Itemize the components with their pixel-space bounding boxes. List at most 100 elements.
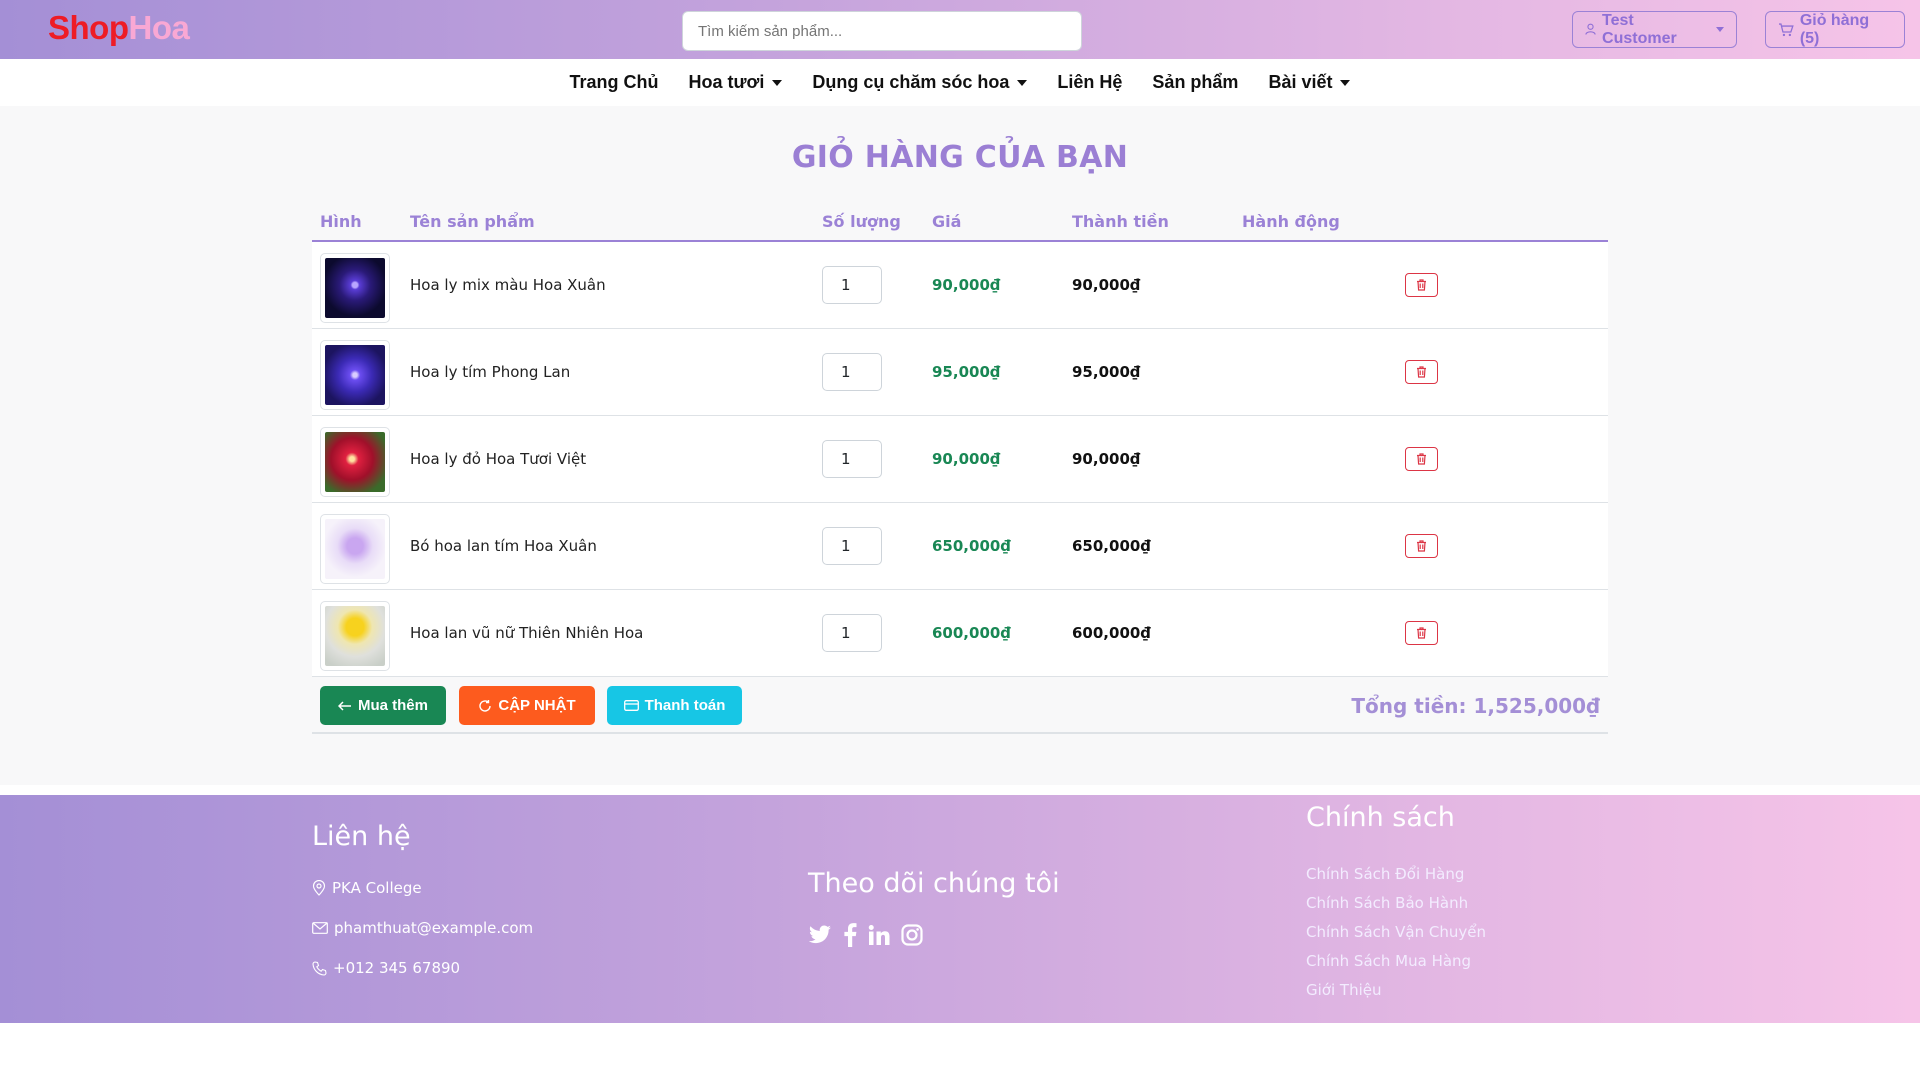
table-row: Hoa ly mix màu Hoa Xuân 90,000₫ 90,000₫ [312, 242, 1608, 329]
email-text[interactable]: phamthuat@example.com [334, 919, 533, 937]
nav-item-home[interactable]: Trang Chủ [555, 72, 674, 93]
product-name: Hoa ly mix màu Hoa Xuân [410, 276, 606, 294]
col-name: Tên sản phẩm [410, 212, 535, 231]
nav-item-articles[interactable]: Bài viết [1253, 72, 1365, 93]
line-total: 650,000₫ [1072, 537, 1151, 555]
col-action: Hành động [1242, 212, 1340, 231]
policy-link-warranty[interactable]: Chính Sách Bảo Hành [1306, 894, 1468, 912]
user-name: Test Customer [1602, 11, 1677, 47]
email-line: phamthuat@example.com [312, 919, 533, 937]
delete-button[interactable] [1405, 273, 1438, 297]
unit-price: 650,000₫ [932, 537, 1011, 555]
product-name: Hoa ly tím Phong Lan [410, 363, 571, 381]
checkout-button[interactable]: Thanh toán [607, 686, 742, 725]
chevron-down-icon [1716, 27, 1724, 32]
nav-label: Hoa tươi [688, 72, 765, 92]
cart-table: Hình Tên sản phẩm Số lượng Giá Thành tiề… [312, 204, 1608, 734]
nav-item-contact[interactable]: Liên Hệ [1042, 72, 1137, 93]
line-total: 95,000₫ [1072, 363, 1141, 381]
product-name: Hoa ly đỏ Hoa Tươi Việt [410, 450, 587, 468]
product-thumbnail [320, 253, 390, 323]
chevron-down-icon [1017, 79, 1028, 86]
unit-price: 600,000₫ [932, 624, 1011, 642]
nav-label: Sản phẩm [1152, 72, 1239, 92]
yellow-orchid-image [325, 606, 385, 666]
trash-icon [1417, 540, 1426, 552]
nav-item-care-tools[interactable]: Dụng cụ chăm sóc hoa [797, 72, 1042, 93]
follow-heading: Theo dõi chúng tôi [808, 868, 1060, 899]
line-total: 90,000₫ [1072, 450, 1141, 468]
logo-shop: Shop [48, 9, 129, 46]
trash-icon [1417, 453, 1426, 465]
table-row: Hoa lan vũ nữ Thiên Nhiên Hoa 600,000₫ 6… [312, 590, 1608, 677]
cart-icon [1778, 22, 1794, 36]
quantity-input[interactable] [822, 440, 882, 478]
envelope-icon [312, 922, 328, 934]
col-qty: Số lượng [822, 212, 901, 231]
page-title: GIỎ HÀNG CỦA BẠN [791, 140, 1129, 175]
update-cart-button[interactable]: CẬP NHẬT [459, 686, 595, 725]
orchid-bouquet-image [325, 519, 385, 579]
cart-button[interactable]: Giỏ hàng (5) [1765, 11, 1905, 48]
unit-price: 90,000₫ [932, 450, 1001, 468]
product-name: Bó hoa lan tím Hoa Xuân [410, 537, 597, 555]
policy-link-exchange[interactable]: Chính Sách Đổi Hàng [1306, 865, 1464, 883]
product-name: Hoa lan vũ nữ Thiên Nhiên Hoa [410, 624, 644, 642]
facebook-icon[interactable] [843, 923, 857, 947]
cart-total: Tổng tiền: 1,525,000₫ [1351, 694, 1600, 718]
trash-icon [1417, 279, 1426, 291]
delete-button[interactable] [1405, 447, 1438, 471]
col-price: Giá [932, 212, 962, 231]
button-label: Thanh toán [644, 697, 726, 714]
instagram-icon[interactable] [901, 924, 923, 946]
quantity-input[interactable] [822, 614, 882, 652]
quantity-input[interactable] [822, 527, 882, 565]
search-input[interactable] [682, 11, 1082, 51]
user-icon [1585, 23, 1596, 35]
social-links [808, 923, 923, 947]
logo[interactable]: ShopHoa [48, 9, 190, 47]
cart-actions: Mua thêm CẬP NHẬT Thanh toán Tổng tiền: … [312, 677, 1608, 734]
col-subtotal: Thành tiền [1072, 212, 1169, 231]
table-row: Hoa ly đỏ Hoa Tươi Việt 90,000₫ 90,000₫ [312, 416, 1608, 503]
purple-lily-image [325, 345, 385, 405]
nav-item-products[interactable]: Sản phẩm [1137, 72, 1253, 93]
continue-shopping-button[interactable]: Mua thêm [320, 686, 446, 725]
main-nav: Trang Chủ Hoa tươi Dụng cụ chăm sóc hoa … [0, 59, 1920, 106]
address-line: PKA College [312, 879, 422, 897]
line-total: 600,000₫ [1072, 624, 1151, 642]
button-label: CẬP NHẬT [498, 697, 576, 714]
phone-text: +012 345 67890 [333, 959, 461, 977]
delete-button[interactable] [1405, 534, 1438, 558]
nav-item-fresh-flowers[interactable]: Hoa tươi [674, 72, 798, 93]
delete-button[interactable] [1405, 621, 1438, 645]
trash-icon [1417, 627, 1426, 639]
table-header: Hình Tên sản phẩm Số lượng Giá Thành tiề… [312, 204, 1608, 242]
table-row: Bó hoa lan tím Hoa Xuân 650,000₫ 650,000… [312, 503, 1608, 590]
user-menu-button[interactable]: Test Customer [1572, 11, 1737, 48]
chevron-down-icon [1340, 79, 1351, 86]
col-image: Hình [320, 212, 362, 231]
chevron-down-icon [772, 79, 783, 86]
credit-card-icon [623, 700, 639, 711]
table-row: Hoa ly tím Phong Lan 95,000₫ 95,000₫ [312, 329, 1608, 416]
nav-label: Trang Chủ [569, 72, 659, 92]
product-thumbnail [320, 340, 390, 410]
delete-button[interactable] [1405, 360, 1438, 384]
policy-link-about[interactable]: Giới Thiệu [1306, 981, 1381, 999]
quantity-input[interactable] [822, 353, 882, 391]
red-lily-image [325, 432, 385, 492]
top-header: ShopHoa Test Customer Giỏ hàng (5) [0, 0, 1920, 59]
twitter-icon[interactable] [808, 925, 832, 945]
refresh-icon [479, 699, 492, 712]
policy-link-purchase[interactable]: Chính Sách Mua Hàng [1306, 952, 1471, 970]
unit-price: 90,000₫ [932, 276, 1001, 294]
nav-label: Dụng cụ chăm sóc hoa [812, 72, 1010, 92]
unit-price: 95,000₫ [932, 363, 1001, 381]
policy-heading: Chính sách [1306, 802, 1455, 833]
quantity-input[interactable] [822, 266, 882, 304]
arrow-left-icon [337, 700, 351, 711]
linkedin-icon[interactable] [868, 924, 890, 946]
logo-hoa: Hoa [128, 9, 190, 46]
policy-link-shipping[interactable]: Chính Sách Vận Chuyển [1306, 923, 1486, 941]
